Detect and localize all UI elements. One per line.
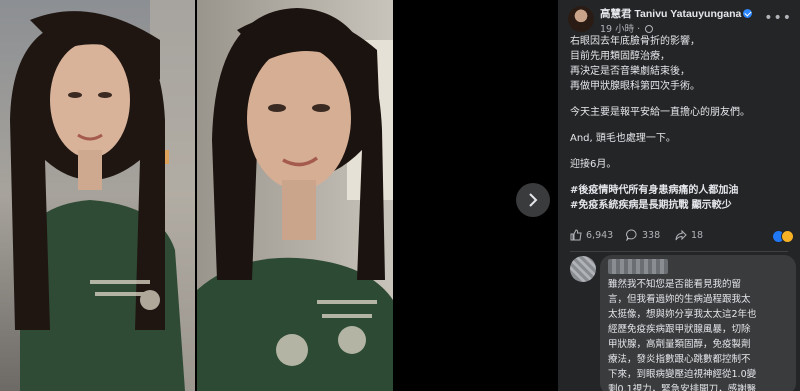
verified-badge-icon xyxy=(743,9,753,18)
see-less-link[interactable]: 顯示較少 xyxy=(692,200,732,211)
comment-line: 經歷免疫疾病跟甲狀腺風暴，切除 xyxy=(608,324,751,335)
post-stats-bar: 6,943 338 18 xyxy=(570,229,796,245)
hashtag-link[interactable]: #免疫系統疾病是長期抗戰 xyxy=(570,200,688,211)
author-name-text[interactable]: 高慧君 Tanivu Yatauyungana xyxy=(600,8,741,20)
post-body-line: 再做甲狀腺眼科第四次手術。 xyxy=(570,81,700,92)
divider xyxy=(570,251,788,252)
commenter-name-blurred[interactable] xyxy=(608,259,668,274)
comment-count: 338 xyxy=(642,229,661,241)
photo-post-viewer: 高慧君 Tanivu Yatauyungana 19 小時 · ••• 右眼因去… xyxy=(0,0,800,391)
photo-viewer xyxy=(0,0,558,391)
post-photo-2[interactable] xyxy=(197,0,393,391)
share-count: 18 xyxy=(691,229,704,241)
comment-line: 言，但我看過妳的生病過程跟我太 xyxy=(608,294,751,305)
post-meta: 19 小時 · xyxy=(600,21,654,35)
post-body-line: 目前先用類固醇治療， xyxy=(570,51,670,62)
comment-bubble: 雖然我不知您是否能看見我的留 言，但我看過妳的生病過程跟我太 太挺像，想與妳分享… xyxy=(600,255,796,391)
reaction-icons[interactable] xyxy=(772,230,796,244)
share-icon xyxy=(675,229,687,241)
comment-line: 雖然我不知您是否能看見我的留 xyxy=(608,279,742,290)
hashtag-line-2: #免疫系統疾病是長期抗戰 顯示較少 xyxy=(570,198,792,213)
post-body-line: And, 頭毛也處理一下。 xyxy=(570,133,676,144)
comment-button[interactable]: 338 xyxy=(626,229,660,241)
thumbs-up-icon xyxy=(570,229,582,241)
comment-icon xyxy=(626,229,637,241)
more-options-icon[interactable]: ••• xyxy=(764,10,792,26)
post-details-panel: 高慧君 Tanivu Yatauyungana 19 小時 · ••• 右眼因去… xyxy=(558,0,800,391)
post-photo-1[interactable] xyxy=(0,0,195,391)
hashtag-line-1: #後疫情時代所有身患病痛的人都加油 xyxy=(570,183,792,198)
globe-icon xyxy=(645,25,654,33)
care-reaction-icon xyxy=(781,230,794,243)
comment-line: 甲狀腺，高劑量類固醇，免疫製劑 xyxy=(608,339,751,350)
post-body-line: 右眼因去年底臉骨折的影響， xyxy=(570,36,700,47)
comment-line: 療法，發炎指數跟心跳數都控制不 xyxy=(608,354,751,365)
like-count: 6,943 xyxy=(586,229,614,241)
author-name[interactable]: 高慧君 Tanivu Yatauyungana xyxy=(600,6,753,21)
share-button[interactable]: 18 xyxy=(675,229,703,241)
next-photo-button[interactable] xyxy=(516,183,550,217)
post-header: 高慧君 Tanivu Yatauyungana 19 小時 · ••• xyxy=(568,4,796,35)
comment-line: 下來，到眼病變壓迫視神經從1.0變 xyxy=(608,369,757,380)
comment-item: 雖然我不知您是否能看見我的留 言，但我看過妳的生病過程跟我太 太挺像，想與妳分享… xyxy=(570,253,796,391)
post-body: 右眼因去年底臉骨折的影響， 目前先用類固醇治療， 再決定是否音樂劇結束後， 再做… xyxy=(570,34,792,213)
post-body-line: 迎接6月。 xyxy=(570,159,617,170)
like-button[interactable]: 6,943 xyxy=(570,229,613,241)
comment-line: 剩0.1視力，緊急安排開刀，感謝醫 xyxy=(608,384,757,391)
post-body-line: 今天主要是報平安給一直擔心的朋友們。 xyxy=(570,107,750,118)
comment-line: 太挺像，想與妳分享我太太這2年也 xyxy=(608,309,757,320)
hashtag-link[interactable]: #後疫情時代所有身患病痛的人都加油 xyxy=(570,185,738,196)
post-body-line: 再決定是否音樂劇結束後， xyxy=(570,66,690,77)
commenter-avatar-blurred[interactable] xyxy=(570,256,596,282)
chevron-right-icon xyxy=(529,193,538,207)
author-avatar[interactable] xyxy=(568,6,594,32)
